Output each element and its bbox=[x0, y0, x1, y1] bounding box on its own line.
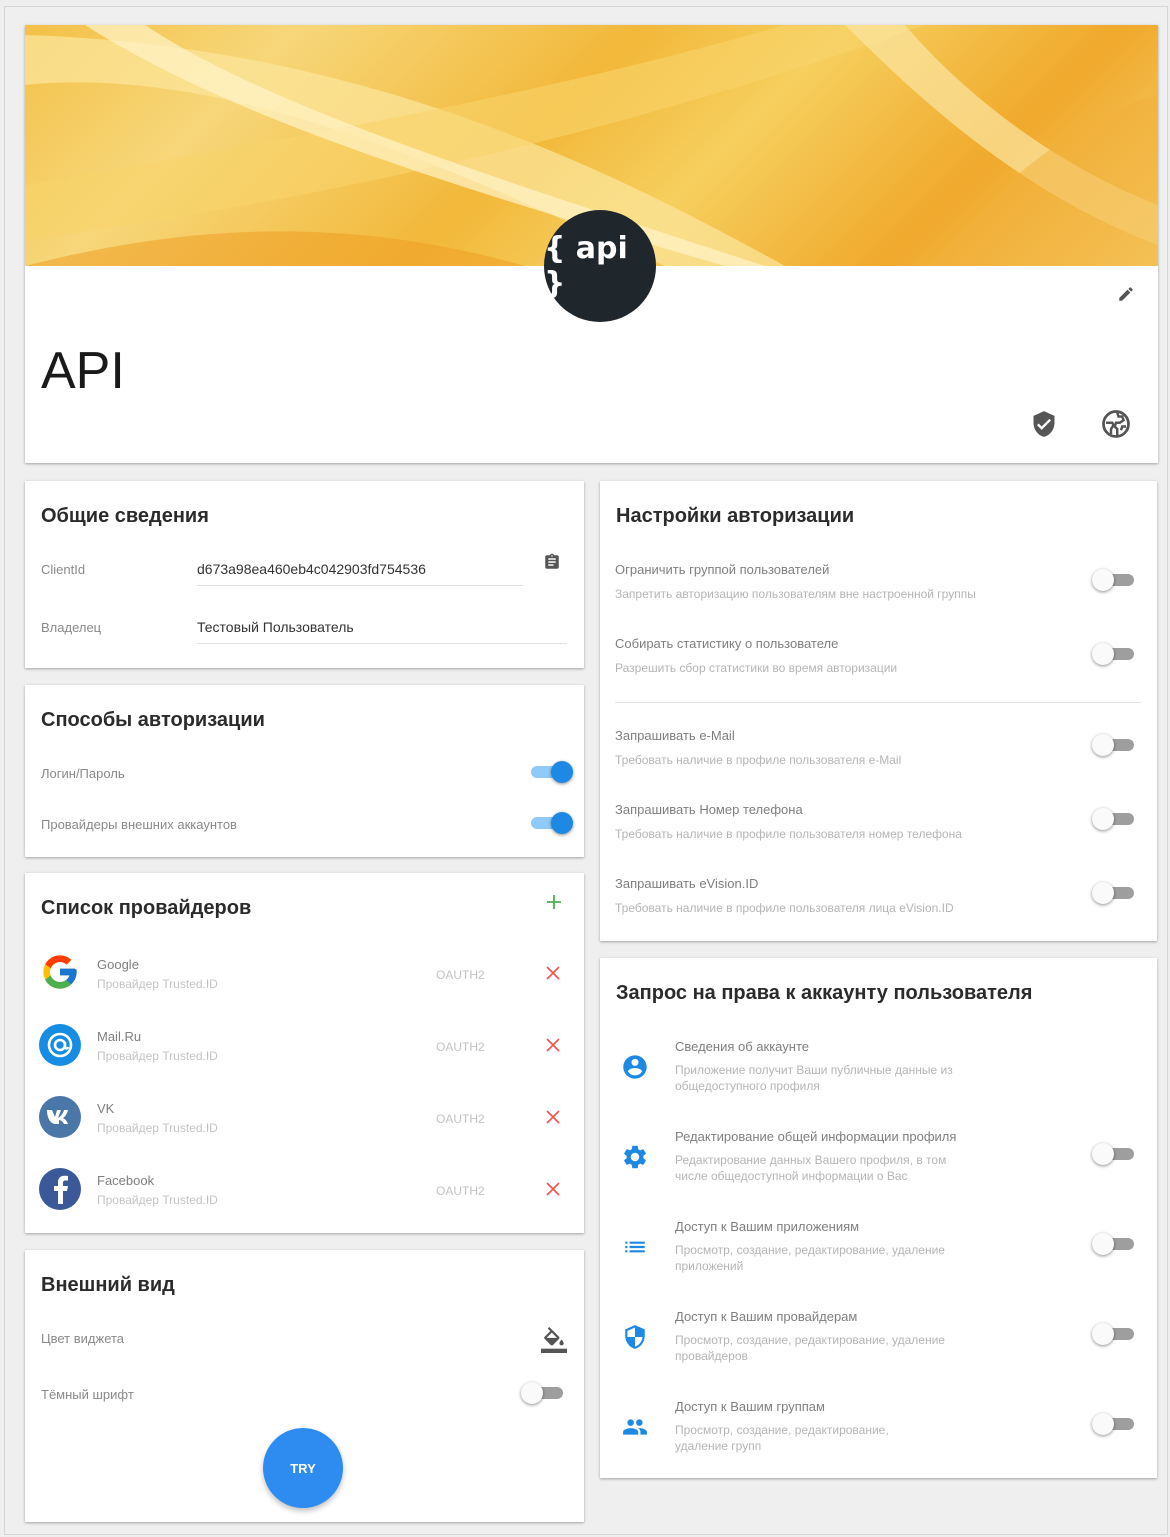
request-email-toggle[interactable] bbox=[1092, 732, 1138, 758]
client-id-value[interactable]: d673a98ea460eb4c042903fd754536 bbox=[197, 561, 523, 586]
provider-protocol: OAUTH2 bbox=[436, 1184, 485, 1198]
auth-methods-title: Способы авторизации bbox=[41, 709, 265, 731]
permission-desc-line2: приложений bbox=[675, 1259, 744, 1273]
dark-font-label: Тёмный шрифт bbox=[41, 1387, 134, 1402]
google-icon bbox=[39, 951, 81, 993]
request-phone-toggle[interactable] bbox=[1092, 806, 1138, 832]
provider-name: Mail.Ru bbox=[97, 1029, 142, 1044]
gear-icon bbox=[620, 1142, 650, 1172]
delete-provider-icon[interactable] bbox=[543, 963, 563, 983]
provider-desc: Провайдер Trusted.ID bbox=[97, 1193, 218, 1207]
setting-desc: Требовать наличие в профиле пользователя… bbox=[615, 753, 902, 767]
request-evision-toggle[interactable] bbox=[1092, 880, 1138, 906]
groups-access-toggle[interactable] bbox=[1092, 1411, 1138, 1437]
permission-title: Сведения об аккаунте bbox=[675, 1039, 809, 1054]
permission-desc-line2: числе общедоступной информации о Вас bbox=[675, 1169, 908, 1183]
setting-desc: Требовать наличие в профиле пользователя… bbox=[615, 827, 962, 841]
security-shield-icon bbox=[620, 1322, 650, 1352]
group-icon bbox=[618, 1412, 652, 1442]
facebook-icon bbox=[39, 1168, 81, 1210]
permission-title: Доступ к Вашим провайдерам bbox=[675, 1309, 858, 1324]
setting-title: Запрашивать Номер телефона bbox=[615, 802, 803, 817]
provider-protocol: OAUTH2 bbox=[436, 1112, 485, 1126]
permission-desc-line1: Просмотр, создание, редактирование, удал… bbox=[675, 1333, 945, 1347]
globe-icon[interactable] bbox=[1100, 408, 1132, 440]
account-circle-icon bbox=[620, 1052, 650, 1082]
permission-title: Редактирование общей информации профиля bbox=[675, 1129, 957, 1144]
permissions-title: Запрос на права к аккаунту пользователя bbox=[616, 982, 1033, 1004]
client-id-label: ClientId bbox=[41, 562, 86, 577]
delete-provider-icon[interactable] bbox=[543, 1107, 563, 1127]
clipboard-icon[interactable] bbox=[540, 550, 564, 574]
permission-desc-line2: удаление групп bbox=[675, 1439, 762, 1453]
paint-bucket-icon[interactable] bbox=[539, 1326, 569, 1354]
restrict-group-toggle[interactable] bbox=[1092, 567, 1138, 593]
try-button[interactable]: TRY bbox=[263, 1428, 343, 1508]
app-title: API bbox=[41, 342, 125, 400]
widget-color-label: Цвет виджета bbox=[41, 1331, 125, 1346]
setting-title: Запрашивать e-Mail bbox=[615, 728, 735, 743]
auth-methods-card: Способы авторизации Логин/Пароль Провайд… bbox=[25, 685, 584, 857]
delete-provider-icon[interactable] bbox=[543, 1035, 563, 1055]
setting-desc: Запретить авторизацию пользователям вне … bbox=[615, 587, 976, 601]
edit-icon[interactable] bbox=[1115, 283, 1137, 305]
providers-title: Список провайдеров bbox=[41, 897, 252, 919]
settings-divider bbox=[615, 702, 1141, 703]
permission-desc-line1: Просмотр, создание, редактирование, удал… bbox=[675, 1243, 945, 1257]
external-providers-toggle[interactable] bbox=[527, 810, 573, 836]
add-provider-icon[interactable] bbox=[543, 891, 565, 913]
general-info-title: Общие сведения bbox=[41, 505, 209, 527]
logo-text: { api } bbox=[544, 231, 628, 301]
vk-icon bbox=[39, 1096, 81, 1138]
delete-provider-icon[interactable] bbox=[543, 1179, 563, 1199]
setting-title: Запрашивать eVision.ID bbox=[615, 876, 759, 891]
setting-title: Собирать статистику о пользователе bbox=[615, 636, 839, 651]
owner-label: Владелец bbox=[41, 620, 102, 635]
app-header-card: { api } API bbox=[25, 25, 1158, 463]
setting-desc: Требовать наличие в профиле пользователя… bbox=[615, 901, 954, 915]
provider-name: Google bbox=[97, 957, 139, 972]
dark-font-toggle[interactable] bbox=[521, 1380, 567, 1406]
appearance-card: Внешний вид Цвет виджета Тёмный шрифт TR… bbox=[25, 1250, 584, 1522]
app-logo: { api } bbox=[544, 210, 656, 322]
provider-protocol: OAUTH2 bbox=[436, 1040, 485, 1054]
shield-check-icon[interactable] bbox=[1028, 408, 1060, 440]
general-info-card: Общие сведения ClientId d673a98ea460eb4c… bbox=[25, 481, 584, 668]
permission-desc-line2: общедоступного профиля bbox=[675, 1079, 820, 1093]
permissions-card: Запрос на права к аккаунту пользователя … bbox=[600, 958, 1157, 1478]
provider-name: Facebook bbox=[97, 1173, 155, 1188]
permission-title: Доступ к Вашим приложениям bbox=[675, 1219, 860, 1234]
collect-stats-toggle[interactable] bbox=[1092, 641, 1138, 667]
permission-desc-line1: Приложение получит Ваши публичные данные… bbox=[675, 1063, 953, 1077]
provider-desc: Провайдер Trusted.ID bbox=[97, 1049, 218, 1063]
mailru-icon bbox=[39, 1024, 81, 1066]
permission-desc-line1: Редактирование данных Вашего профиля, в … bbox=[675, 1153, 947, 1167]
setting-title: Ограничить группой пользователей bbox=[615, 562, 830, 577]
auth-settings-title: Настройки авторизации bbox=[616, 505, 855, 527]
provider-desc: Провайдер Trusted.ID bbox=[97, 977, 218, 991]
auth-method-label: Провайдеры внешних аккаунтов bbox=[41, 817, 237, 832]
setting-desc: Разрешить сбор статистики во время автор… bbox=[615, 661, 898, 675]
login-password-toggle[interactable] bbox=[527, 759, 573, 785]
provider-name: VK bbox=[97, 1101, 115, 1116]
providers-access-toggle[interactable] bbox=[1092, 1321, 1138, 1347]
owner-value: Тестовый Пользователь bbox=[197, 619, 567, 644]
provider-desc: Провайдер Trusted.ID bbox=[97, 1121, 218, 1135]
appearance-title: Внешний вид bbox=[41, 1274, 175, 1296]
permission-desc-line2: провайдеров bbox=[675, 1349, 748, 1363]
permission-desc-line1: Просмотр, создание, редактирование, bbox=[675, 1423, 889, 1437]
provider-protocol: OAUTH2 bbox=[436, 968, 485, 982]
permission-title: Доступ к Вашим группам bbox=[675, 1399, 825, 1414]
list-icon bbox=[620, 1232, 650, 1262]
providers-card: Список провайдеров Google Провайдер Trus… bbox=[25, 873, 584, 1233]
apps-access-toggle[interactable] bbox=[1092, 1231, 1138, 1257]
auth-method-label: Логин/Пароль bbox=[41, 766, 125, 781]
profile-edit-toggle[interactable] bbox=[1092, 1141, 1138, 1167]
auth-settings-card: Настройки авторизации Ограничить группой… bbox=[600, 481, 1157, 941]
